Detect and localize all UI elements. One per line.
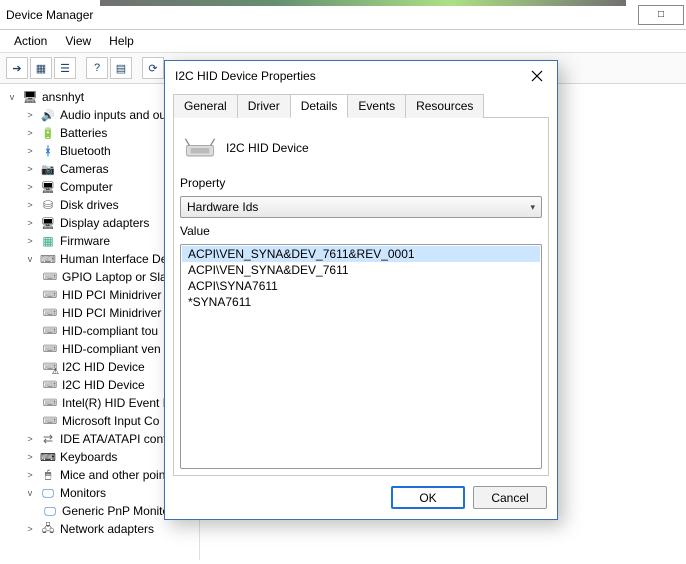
display-icon <box>40 215 56 231</box>
firmware-icon <box>40 233 56 249</box>
chevron-right-icon[interactable]: > <box>24 469 36 481</box>
toolbar-grid-button[interactable]: ▦ <box>30 57 52 79</box>
menu-view[interactable]: View <box>65 34 91 48</box>
tab-driver[interactable]: Driver <box>237 94 291 118</box>
properties-dialog: I2C HID Device Properties General Driver… <box>164 60 558 520</box>
hid-device-icon <box>42 341 58 357</box>
value-row[interactable]: *SYNA7611 <box>182 294 540 310</box>
battery-icon <box>40 125 56 141</box>
details-panel: I2C HID Device Property Hardware Ids ▾ V… <box>173 118 549 476</box>
hid-icon <box>40 251 56 267</box>
camera-icon <box>40 161 56 177</box>
chevron-right-icon[interactable]: > <box>24 235 36 247</box>
chevron-right-icon[interactable]: > <box>24 199 36 211</box>
mouse-icon <box>40 467 56 483</box>
chevron-down-icon[interactable]: v <box>24 487 36 499</box>
tab-strip: General Driver Details Events Resources <box>173 93 549 118</box>
hid-device-icon <box>42 305 58 321</box>
chevron-right-icon[interactable]: > <box>24 451 36 463</box>
ok-button[interactable]: OK <box>391 486 465 509</box>
hid-device-warning-icon <box>42 359 58 375</box>
device-manager-window: Device Manager □ Action View Help ➔ ▦ ☰ … <box>0 0 686 564</box>
dialog-titlebar: I2C HID Device Properties <box>165 61 557 91</box>
tab-details[interactable]: Details <box>290 94 349 118</box>
tab-events[interactable]: Events <box>347 94 406 118</box>
value-row[interactable]: ACPI\SYNA7611 <box>182 278 540 294</box>
hid-device-icon <box>42 269 58 285</box>
chevron-right-icon[interactable]: > <box>24 433 36 445</box>
bluetooth-icon <box>40 143 56 159</box>
device-identity: I2C HID Device <box>180 130 542 170</box>
menu-action[interactable]: Action <box>14 34 47 48</box>
chevron-right-icon[interactable]: > <box>24 523 36 535</box>
network-icon <box>40 521 56 537</box>
chevron-down-icon[interactable]: v <box>6 91 18 103</box>
chevron-right-icon[interactable]: > <box>24 145 36 157</box>
chevron-right-icon[interactable]: > <box>24 217 36 229</box>
chevron-down-icon[interactable]: v <box>24 253 36 265</box>
hid-device-icon <box>42 413 58 429</box>
toolbar-forward-button[interactable]: ➔ <box>6 57 28 79</box>
tab-resources[interactable]: Resources <box>405 94 484 118</box>
ide-icon <box>40 431 56 447</box>
hid-device-large-icon <box>184 132 216 164</box>
maximize-button[interactable]: □ <box>638 5 684 25</box>
property-dropdown[interactable]: Hardware Ids ▾ <box>180 196 542 218</box>
value-row[interactable]: ACPI\VEN_SYNA&DEV_7611 <box>182 262 540 278</box>
hid-device-icon <box>42 377 58 393</box>
toolbar-update-button[interactable]: ⟳ <box>142 57 164 79</box>
hid-device-icon <box>42 395 58 411</box>
device-name: I2C HID Device <box>226 141 309 155</box>
menubar: Action View Help <box>0 30 686 53</box>
monitor-icon <box>42 503 58 519</box>
close-icon <box>531 70 543 82</box>
menu-help[interactable]: Help <box>109 34 134 48</box>
dialog-title: I2C HID Device Properties <box>175 69 316 83</box>
toolbar-list-button[interactable]: ☰ <box>54 57 76 79</box>
tab-general[interactable]: General <box>173 94 238 118</box>
chevron-right-icon[interactable]: > <box>24 163 36 175</box>
toolbar-help-button[interactable]: ? <box>86 57 108 79</box>
chevron-right-icon[interactable]: > <box>24 127 36 139</box>
value-listbox[interactable]: ACPI\VEN_SYNA&DEV_7611&REV_0001 ACPI\VEN… <box>180 244 542 469</box>
dialog-buttons: OK Cancel <box>165 476 557 519</box>
property-label: Property <box>180 176 542 190</box>
computer-icon <box>22 89 38 105</box>
cancel-button[interactable]: Cancel <box>473 486 547 509</box>
close-button[interactable] <box>525 64 549 88</box>
audio-icon <box>40 107 56 123</box>
disk-icon <box>40 197 56 213</box>
chevron-right-icon[interactable]: > <box>24 181 36 193</box>
chevron-right-icon[interactable]: > <box>24 109 36 121</box>
dropdown-value: Hardware Ids <box>187 200 258 214</box>
value-row[interactable]: ACPI\VEN_SYNA&DEV_7611&REV_0001 <box>182 246 540 262</box>
chevron-down-icon: ▾ <box>530 202 535 213</box>
window-titlebar: Device Manager □ <box>0 0 686 30</box>
hid-device-icon <box>42 323 58 339</box>
keyboard-icon <box>40 449 56 465</box>
hid-device-icon <box>42 287 58 303</box>
window-title: Device Manager <box>6 8 93 22</box>
monitor-icon <box>40 485 56 501</box>
tree-item-network[interactable]: >Network adapters <box>6 520 197 538</box>
computer-icon <box>40 179 56 195</box>
value-label: Value <box>180 224 542 238</box>
toolbar-props-button[interactable]: ▤ <box>110 57 132 79</box>
